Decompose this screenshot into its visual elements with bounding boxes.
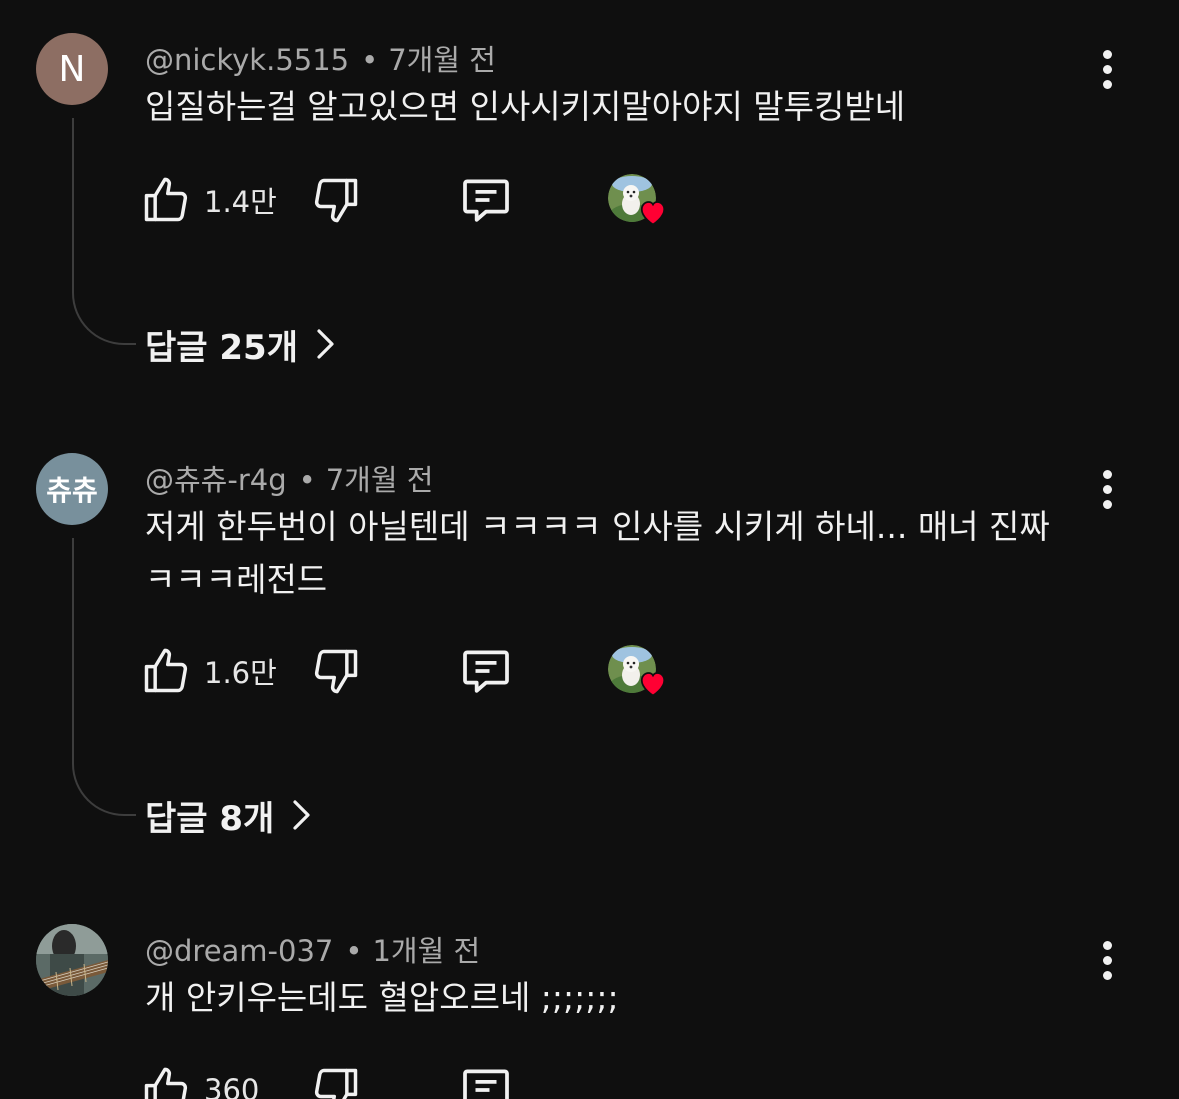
replies-count-label: 답글 8개 (145, 798, 275, 839)
thread-connector (72, 538, 136, 816)
view-replies-button[interactable]: 답글 25개 (145, 318, 336, 370)
comment-meta: @dream-037 • 1개월 전 (145, 928, 480, 970)
reply-button[interactable] (458, 643, 514, 699)
author-handle[interactable]: @nickyk.5515 (145, 43, 349, 77)
dislike-button[interactable] (310, 1062, 362, 1099)
thumbs-up-icon (144, 1067, 188, 1099)
creator-heart-badge (608, 172, 670, 228)
meta-separator: • (298, 463, 316, 497)
chevron-right-icon (293, 800, 310, 830)
heart-icon (640, 672, 666, 697)
comment-actions: 1.4만 (140, 172, 700, 228)
author-handle[interactable]: @츄츄-r4g (145, 463, 287, 497)
comment-text: 개 안키우는데도 혈압오르네 ;;;;;;; (145, 978, 619, 1017)
avatar-initial: 츄츄 (46, 474, 98, 507)
reply-button[interactable] (458, 172, 514, 228)
more-vertical-icon (1102, 940, 1112, 950)
comment-icon (463, 650, 509, 693)
thread-connector (72, 118, 136, 345)
comments-feed: N @nickyk.5515 • 7개월 전 입질하는걸 알고있으면 인사시키지말아… (0, 0, 1179, 1099)
replies-count-label: 답글 25개 (145, 327, 298, 368)
more-options-button[interactable] (1086, 43, 1128, 95)
author-handle[interactable]: @dream-037 (145, 934, 333, 968)
comment-text: 입질하는걸 알고있으면 인사시키지말아야지 말투킹받네 (145, 87, 906, 126)
comment-time: 7개월 전 (325, 463, 434, 497)
like-button[interactable]: 360 (140, 1062, 259, 1099)
more-options-button[interactable] (1086, 463, 1128, 515)
thumbs-up-icon (144, 648, 188, 693)
like-count: 1.4만 (204, 185, 277, 219)
thumbs-down-icon (314, 1068, 358, 1099)
avatar-photo (36, 924, 108, 996)
like-count: 360 (204, 1073, 260, 1099)
comment-text: 저게 한두번이 아닐텐데 ㅋㅋㅋㅋ 인사를 시키게 하네... 매너 진짜 ㅋㅋ… (145, 507, 1050, 599)
meta-separator: • (361, 43, 379, 77)
reply-button[interactable] (458, 1062, 514, 1099)
avatar[interactable]: N (36, 33, 108, 105)
comment-actions: 1.6만 (140, 643, 700, 699)
more-options-button[interactable] (1086, 934, 1128, 986)
more-vertical-icon (1102, 49, 1112, 59)
comment-meta: @츄츄-r4g • 7개월 전 (145, 457, 433, 499)
more-vertical-icon (1102, 469, 1112, 479)
like-button[interactable]: 1.4만 (140, 172, 277, 228)
heart-icon (640, 201, 666, 226)
comment-time: 7개월 전 (388, 43, 496, 77)
like-button[interactable]: 1.6만 (140, 643, 277, 699)
dislike-button[interactable] (310, 172, 362, 228)
view-replies-button[interactable]: 답글 8개 (145, 789, 312, 841)
avatar[interactable]: 츄츄 (36, 453, 108, 525)
thumbs-down-icon (314, 178, 358, 223)
comment-time: 1개월 전 (372, 934, 481, 968)
comment-meta: @nickyk.5515 • 7개월 전 (145, 37, 496, 79)
comment-icon (463, 1069, 509, 1099)
comment-icon (463, 179, 509, 222)
like-count: 1.6만 (204, 656, 277, 690)
creator-heart-badge (608, 643, 670, 699)
comment-actions: 360 (140, 1062, 700, 1099)
avatar[interactable] (36, 924, 108, 996)
thumbs-down-icon (314, 649, 358, 694)
thumbs-up-icon (144, 177, 188, 222)
chevron-right-icon (317, 329, 334, 359)
meta-separator: • (345, 934, 363, 968)
avatar-initial: N (58, 48, 86, 90)
dislike-button[interactable] (310, 643, 362, 699)
